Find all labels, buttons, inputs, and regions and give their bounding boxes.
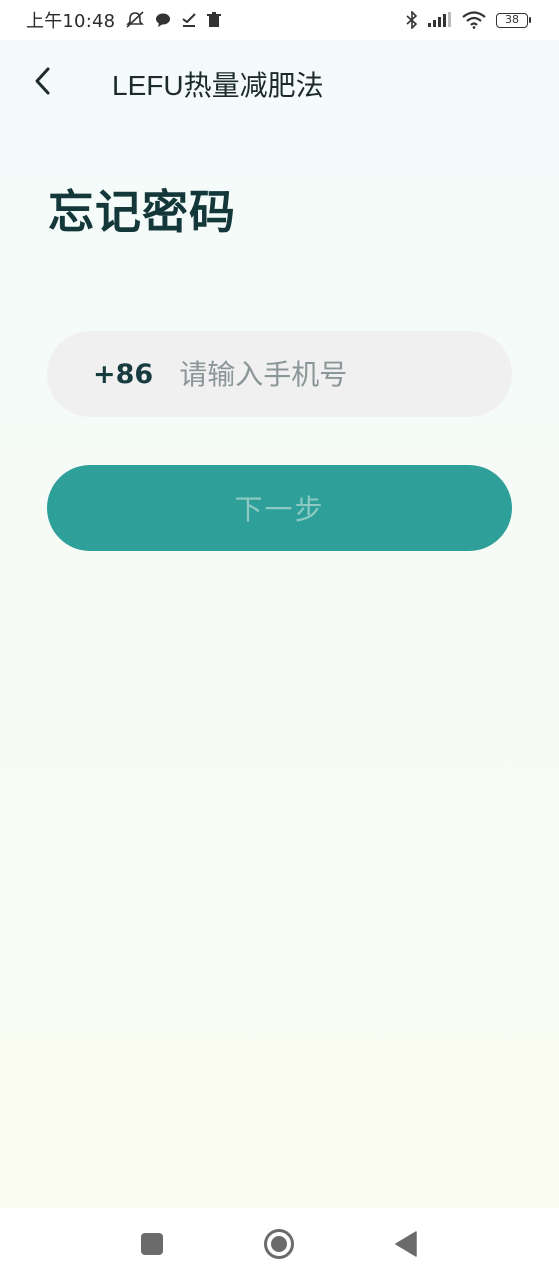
- app-header: LEFU热量减肥法: [0, 40, 559, 126]
- phone-field[interactable]: +86: [47, 331, 512, 417]
- page-title: 忘记密码: [48, 185, 236, 239]
- chevron-left-icon: [35, 67, 50, 95]
- home-button[interactable]: [263, 1228, 295, 1260]
- chat-bubble-icon: [155, 12, 171, 28]
- signal-icon: [428, 12, 452, 28]
- battery-level: 38: [496, 12, 528, 28]
- status-right: 38: [406, 11, 531, 29]
- battery-icon: 38: [496, 12, 531, 28]
- app-title: LEFU热量减肥法: [112, 70, 324, 101]
- battery-tip: [529, 17, 531, 23]
- wifi-icon: [462, 11, 486, 29]
- back-triangle-icon: [395, 1231, 417, 1257]
- home-circle-icon: [264, 1229, 294, 1259]
- mute-alarm-icon: [125, 11, 145, 29]
- country-code[interactable]: +86: [93, 359, 153, 390]
- phone-input[interactable]: [179, 357, 480, 391]
- nav-bar: [0, 1208, 559, 1280]
- next-button[interactable]: 下一步: [47, 465, 512, 551]
- back-nav-button[interactable]: [390, 1228, 422, 1260]
- bluetooth-icon: [406, 11, 418, 29]
- trash-icon: [207, 12, 222, 28]
- recents-button[interactable]: [136, 1228, 168, 1260]
- check-icon: [181, 12, 197, 28]
- recents-square-icon: [141, 1233, 163, 1255]
- status-time: 上午10:48: [26, 11, 116, 32]
- back-button[interactable]: [24, 62, 62, 100]
- status-bar: 上午10:48 38: [0, 0, 559, 40]
- status-left: 上午10:48: [26, 7, 222, 33]
